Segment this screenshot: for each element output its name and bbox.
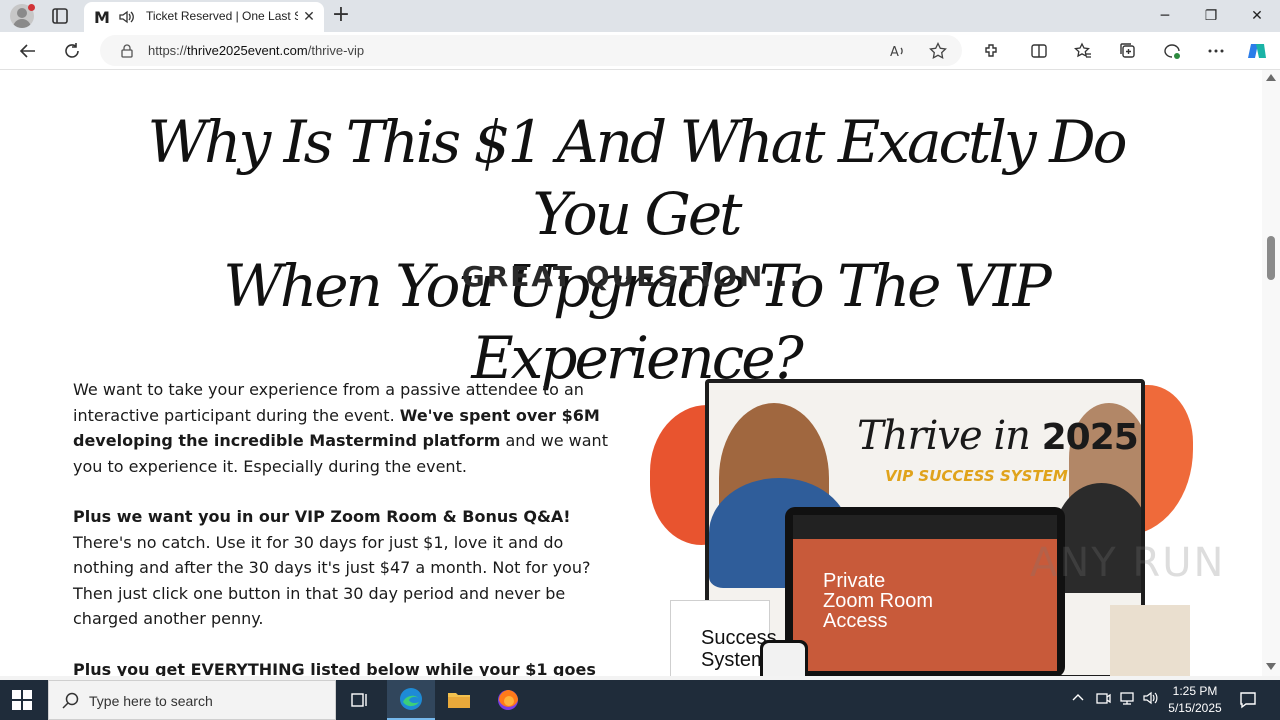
- url-host: thrive2025event.com: [187, 43, 308, 58]
- url-path: /thrive-vip: [307, 43, 365, 58]
- clock-date: 5/15/2025: [1168, 701, 1222, 715]
- zoom-title-line-3: Access: [823, 610, 888, 632]
- url-scheme: https://: [148, 43, 188, 58]
- p3-bold: Plus you get EVERYTHING listed below whi…: [73, 659, 596, 677]
- taskbar-clock[interactable]: 1:25 PM 5/15/2025: [1158, 683, 1232, 717]
- minimize-button[interactable]: ─: [1142, 0, 1188, 32]
- headline-line-1: Why Is This $1 And What Exactly Do You G…: [147, 108, 1127, 248]
- page-headline: Why Is This $1 And What Exactly Do You G…: [100, 106, 1172, 394]
- scroll-up-arrow-icon[interactable]: [1266, 74, 1276, 81]
- task-view-icon[interactable]: [336, 680, 384, 720]
- read-aloud-icon[interactable]: A: [886, 39, 910, 63]
- network-icon[interactable]: [1117, 690, 1137, 710]
- url-text: https://thrive2025event.com/thrive-vip: [148, 43, 364, 58]
- taskbar-search-box[interactable]: Type here to search: [48, 680, 336, 720]
- favorite-star-icon[interactable]: [926, 39, 950, 63]
- edge-browser-icon[interactable]: [387, 680, 435, 720]
- copilot-icon[interactable]: [1245, 39, 1269, 63]
- notification-center-icon[interactable]: [1238, 690, 1258, 710]
- paragraph-2: Plus we want you in our VIP Zoom Room & …: [73, 504, 618, 632]
- restore-button[interactable]: ❐: [1188, 0, 1234, 32]
- brand-in: in: [981, 413, 1042, 459]
- extensions-icon[interactable]: [979, 39, 1003, 63]
- profile-notification-badge: [28, 4, 35, 11]
- phone-mockup: QA: [760, 640, 808, 676]
- body-copy: We want to take your experience from a p…: [73, 377, 618, 676]
- file-explorer-icon[interactable]: [435, 680, 483, 720]
- clock-time: 1:25 PM: [1172, 684, 1218, 698]
- phone-screen: QA: [763, 643, 805, 676]
- brand-subtitle: VIP SUCCESS SYSTEM: [885, 467, 1068, 485]
- brand-word: Thrive: [857, 413, 983, 459]
- address-bar[interactable]: https://thrive2025event.com/thrive-vip A: [100, 35, 962, 66]
- close-window-button[interactable]: ✕: [1234, 0, 1280, 32]
- search-icon: [61, 691, 81, 711]
- page-subheadline: GREAT QUESTION...: [461, 260, 803, 293]
- p2-text: There's no catch. Use it for 30 days for…: [73, 532, 591, 629]
- speaker-icon[interactable]: [118, 8, 136, 26]
- vip-product-image: Thrive in 2025 VIP SUCCESS SYSTEM Privat…: [645, 375, 1195, 676]
- search-placeholder: Type here to search: [89, 693, 213, 709]
- gmail-favicon-icon: M: [94, 8, 110, 27]
- tablet-screen: Private Zoom Room Access: [793, 515, 1057, 671]
- tab-title: Ticket Reserved | One Last St: [146, 9, 298, 23]
- windows-start-icon[interactable]: [12, 690, 32, 710]
- svg-text:A: A: [890, 45, 899, 60]
- tablet-mockup: Private Zoom Room Access: [785, 507, 1065, 676]
- lock-icon[interactable]: [120, 43, 134, 58]
- back-arrow-icon[interactable]: [16, 39, 40, 63]
- navigation-bar: https://thrive2025event.com/thrive-vip A: [0, 32, 1280, 70]
- more-options-icon[interactable]: [1204, 39, 1228, 63]
- brand-title: Thrive in 2025: [857, 413, 1139, 459]
- windows-taskbar: Type here to search 1:25 PM 5/15/2025: [0, 680, 1280, 720]
- tab-actions-icon[interactable]: [50, 6, 70, 26]
- tab-strip: M Ticket Reserved | One Last St ✕ + ─ ❐ …: [0, 0, 1280, 32]
- paragraph-3: Plus you get EVERYTHING listed below whi…: [73, 657, 618, 677]
- new-tab-button[interactable]: +: [330, 4, 352, 26]
- refresh-icon[interactable]: [60, 39, 84, 63]
- anyrun-watermark: ANY RUN: [1030, 540, 1226, 586]
- collections-icon[interactable]: [1116, 39, 1140, 63]
- show-hidden-icons-icon[interactable]: [1068, 690, 1088, 710]
- product-boxes: [1110, 605, 1190, 676]
- zoom-title-line-1: Private: [823, 570, 886, 592]
- split-screen-icon[interactable]: [1027, 39, 1051, 63]
- favorites-icon[interactable]: [1071, 39, 1095, 63]
- zoom-participant-grid: [793, 515, 1057, 539]
- brand-year: 2025: [1041, 417, 1139, 458]
- p2-bold: Plus we want you in our VIP Zoom Room & …: [73, 507, 571, 526]
- tab-close-icon[interactable]: ✕: [300, 8, 318, 26]
- meet-now-icon[interactable]: [1093, 690, 1113, 710]
- phone-qa-label: QA: [767, 673, 799, 676]
- zoom-room-title: Private Zoom Room Access: [823, 571, 933, 631]
- scroll-thumb[interactable]: [1267, 236, 1275, 280]
- success-system-book: Success System: [670, 600, 777, 676]
- browser-essentials-icon[interactable]: [1160, 39, 1184, 63]
- zoom-title-line-2: Zoom Room: [823, 590, 934, 612]
- firefox-icon[interactable]: [484, 680, 532, 720]
- page-scrollbar[interactable]: [1262, 70, 1280, 676]
- scroll-down-arrow-icon[interactable]: [1266, 663, 1276, 670]
- active-tab[interactable]: M Ticket Reserved | One Last St ✕: [84, 2, 324, 32]
- paragraph-1: We want to take your experience from a p…: [73, 377, 618, 479]
